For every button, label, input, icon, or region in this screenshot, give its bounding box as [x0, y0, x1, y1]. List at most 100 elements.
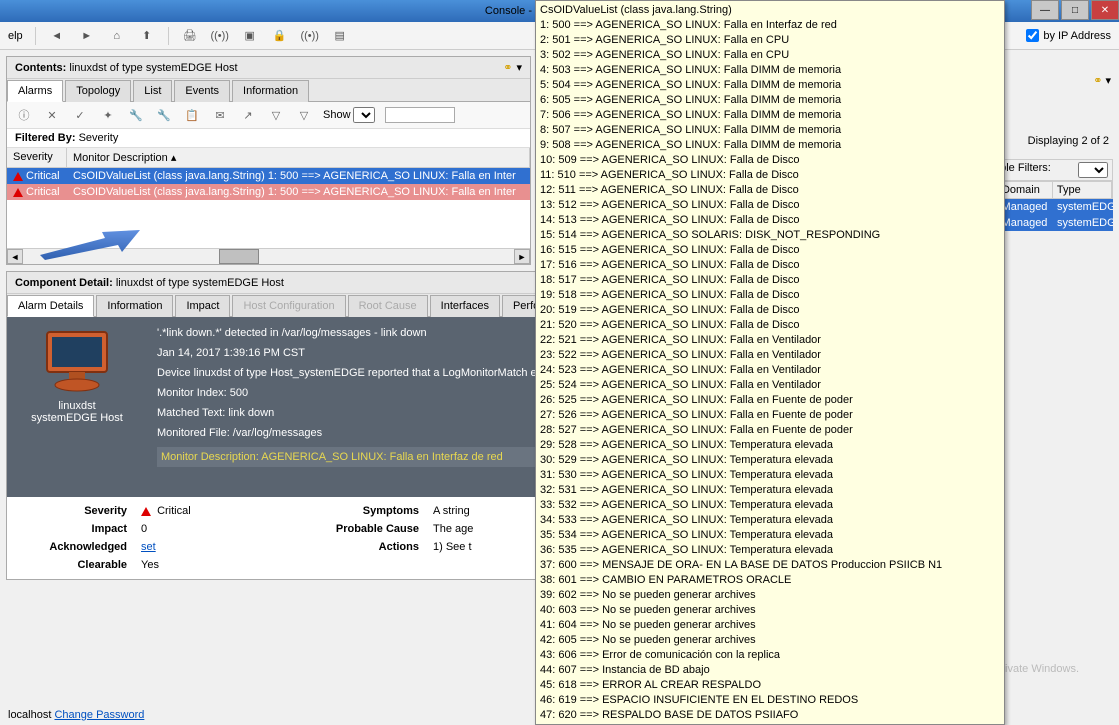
- tooltip-line: 9: 508 ==> AGENERICA_SO LINUX: Falla DIM…: [540, 138, 1000, 153]
- tooltip-line: 32: 531 ==> AGENERICA_SO LINUX: Temperat…: [540, 483, 1000, 498]
- change-password-link[interactable]: Change Password: [54, 709, 144, 721]
- tab-impact[interactable]: Impact: [175, 295, 230, 317]
- tooltip-line: 34: 533 ==> AGENERICA_SO LINUX: Temperat…: [540, 513, 1000, 528]
- print-icon[interactable]: 🖨: [181, 27, 199, 45]
- tooltip-line: 36: 535 ==> AGENERICA_SO LINUX: Temperat…: [540, 543, 1000, 558]
- tooltip-line: 45: 618 ==> ERROR AL CREAR RESPALDO: [540, 678, 1000, 693]
- check-icon[interactable]: ✓: [71, 106, 89, 124]
- tooltip-line: 24: 523 ==> AGENERICA_SO LINUX: Falla en…: [540, 363, 1000, 378]
- wifi-icon[interactable]: ((•)): [211, 27, 229, 45]
- tab-events[interactable]: Events: [174, 80, 230, 102]
- delete-icon[interactable]: ✕: [43, 106, 61, 124]
- mail-icon[interactable]: ✉: [211, 106, 229, 124]
- filter-icon[interactable]: ▽: [267, 106, 285, 124]
- severity-value: Critical: [157, 505, 191, 517]
- scroll-right-icon[interactable]: ►: [514, 249, 530, 264]
- tooltip-line: 26: 525 ==> AGENERICA_SO LINUX: Falla en…: [540, 393, 1000, 408]
- collapse-icon[interactable]: ▾: [1105, 75, 1111, 87]
- tooltip-line: 43: 606 ==> Error de comunicación con la…: [540, 648, 1000, 663]
- up-icon[interactable]: ⌂: [108, 27, 126, 45]
- symptoms-label: Symptoms: [307, 505, 427, 517]
- tooltip-line: 8: 507 ==> AGENERICA_SO LINUX: Falla DIM…: [540, 123, 1000, 138]
- col-severity[interactable]: Severity: [7, 148, 67, 167]
- collapse-icon[interactable]: ▾: [516, 61, 522, 74]
- stack-icon[interactable]: ▣: [241, 27, 259, 45]
- impact-value: 0: [141, 523, 301, 535]
- link-icon[interactable]: ⚭: [1093, 75, 1102, 87]
- clearable-label: Clearable: [15, 559, 135, 571]
- component-icon: linuxdst systemEDGE Host: [17, 327, 137, 487]
- tooltip-line: 42: 605 ==> No se pueden generar archive…: [540, 633, 1000, 648]
- alarm-row[interactable]: Critical CsOIDValueList (class java.lang…: [7, 168, 530, 184]
- wrench-icon[interactable]: 🔧: [127, 106, 145, 124]
- detail-label: Component Detail:: [15, 277, 113, 289]
- copy-icon[interactable]: 📋: [183, 106, 201, 124]
- tooltip-line: 15: 514 ==> AGENERICA_SO SOLARIS: DISK_N…: [540, 228, 1000, 243]
- tab-alarm-details[interactable]: Alarm Details: [7, 295, 94, 317]
- maximize-button[interactable]: □: [1061, 0, 1089, 20]
- contents-text: linuxdst of type systemEDGE Host: [69, 62, 237, 74]
- tooltip-line: 31: 530 ==> AGENERICA_SO LINUX: Temperat…: [540, 468, 1000, 483]
- alarm-grid-header: Severity Monitor Description ▴: [7, 148, 530, 168]
- tooltip-line: 38: 601 ==> CAMBIO EN PARAMETROS ORACLE: [540, 573, 1000, 588]
- star-icon[interactable]: ✦: [99, 106, 117, 124]
- forward-icon[interactable]: ►: [78, 27, 96, 45]
- footer-host: localhost: [8, 709, 51, 721]
- info-icon[interactable]: ⓘ: [15, 106, 33, 124]
- col-type[interactable]: Type: [1053, 182, 1112, 198]
- filters-select[interactable]: [1078, 162, 1108, 178]
- home-icon[interactable]: ⬆: [138, 27, 156, 45]
- tab-information[interactable]: Information: [96, 295, 173, 317]
- lock-icon[interactable]: 🔒: [271, 27, 289, 45]
- tooltip-line: 35: 534 ==> AGENERICA_SO LINUX: Temperat…: [540, 528, 1000, 543]
- broadcast-icon[interactable]: ((•)): [301, 27, 319, 45]
- ack-label: Acknowledged: [15, 541, 135, 553]
- tooltip-line: 20: 519 ==> AGENERICA_SO LINUX: Falla de…: [540, 303, 1000, 318]
- ack-set-link[interactable]: set: [141, 541, 156, 553]
- close-button[interactable]: ✕: [1091, 0, 1119, 20]
- tooltip-line: 44: 607 ==> Instancia de BD abajo: [540, 663, 1000, 678]
- tooltip-line: 13: 512 ==> AGENERICA_SO LINUX: Falla de…: [540, 198, 1000, 213]
- critical-icon: [141, 507, 151, 516]
- tooltip-line: 33: 532 ==> AGENERICA_SO LINUX: Temperat…: [540, 498, 1000, 513]
- col-monitor-desc[interactable]: Monitor Description ▴: [67, 148, 530, 167]
- tooltip-line: 4: 503 ==> AGENERICA_SO LINUX: Falla DIM…: [540, 63, 1000, 78]
- tab-root-cause: Root Cause: [348, 295, 428, 317]
- filtered-by-label: Filtered By:: [15, 132, 76, 144]
- show-select[interactable]: [353, 107, 375, 123]
- tooltip-line: 7: 506 ==> AGENERICA_SO LINUX: Falla DIM…: [540, 108, 1000, 123]
- tooltip-line: 46: 619 ==> ESPACIO INSUFICIENTE EN EL D…: [540, 693, 1000, 708]
- tab-list[interactable]: List: [133, 80, 172, 102]
- tab-interfaces[interactable]: Interfaces: [430, 295, 500, 317]
- export-icon[interactable]: ↗: [239, 106, 257, 124]
- detail-text: linuxdst of type systemEDGE Host: [116, 277, 284, 289]
- tooltip-line: 25: 524 ==> AGENERICA_SO LINUX: Falla en…: [540, 378, 1000, 393]
- contents-tabs: Alarms Topology List Events Information: [7, 79, 530, 102]
- wrench2-icon[interactable]: 🔧: [155, 106, 173, 124]
- tooltip-line: 5: 504 ==> AGENERICA_SO LINUX: Falla DIM…: [540, 78, 1000, 93]
- minimize-button[interactable]: —: [1031, 0, 1059, 20]
- windows-icon[interactable]: ▤: [331, 27, 349, 45]
- severity-label: Severity: [15, 505, 135, 517]
- ip-address-checkbox[interactable]: by IP Address: [1026, 29, 1111, 42]
- alarm-row[interactable]: Critical CsOIDValueList (class java.lang…: [7, 184, 530, 200]
- tooltip-line: 14: 513 ==> AGENERICA_SO LINUX: Falla de…: [540, 213, 1000, 228]
- tab-information[interactable]: Information: [232, 80, 309, 102]
- filter-input[interactable]: [385, 107, 455, 123]
- tab-alarms[interactable]: Alarms: [7, 80, 63, 102]
- scroll-thumb[interactable]: [219, 249, 259, 264]
- filter2-icon[interactable]: ▽: [295, 106, 313, 124]
- scroll-left-icon[interactable]: ◄: [7, 249, 23, 264]
- tooltip-line: 12: 511 ==> AGENERICA_SO LINUX: Falla de…: [540, 183, 1000, 198]
- monitor-icon: [37, 327, 117, 397]
- menu-help[interactable]: elp: [8, 30, 23, 42]
- tooltip-line: 21: 520 ==> AGENERICA_SO LINUX: Falla de…: [540, 318, 1000, 333]
- tooltip-line: 19: 518 ==> AGENERICA_SO LINUX: Falla de…: [540, 288, 1000, 303]
- tooltip-line: 37: 600 ==> MENSAJE DE ORA- EN LA BASE D…: [540, 558, 1000, 573]
- link-icon[interactable]: ⚭: [503, 61, 512, 74]
- tab-topology[interactable]: Topology: [65, 80, 131, 102]
- tooltip-line: 11: 510 ==> AGENERICA_SO LINUX: Falla de…: [540, 168, 1000, 183]
- back-icon[interactable]: ◄: [48, 27, 66, 45]
- footer: localhost Change Password: [0, 705, 152, 725]
- tab-host-config: Host Configuration: [232, 295, 345, 317]
